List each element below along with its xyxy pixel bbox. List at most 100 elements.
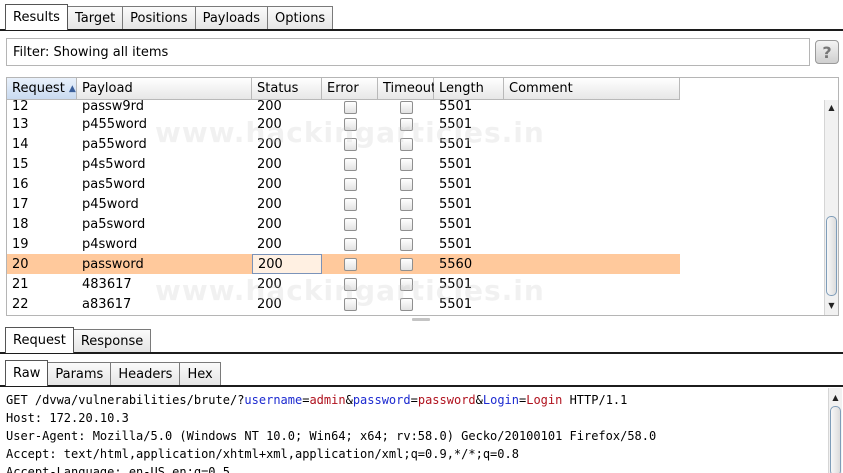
timeout-checkbox[interactable] xyxy=(399,257,413,271)
tab-target[interactable]: Target xyxy=(66,6,124,30)
timeout-checkbox[interactable] xyxy=(399,137,413,151)
error-checkbox[interactable] xyxy=(343,117,357,131)
cell-payload: a83617 xyxy=(82,296,132,312)
cell-comment xyxy=(504,234,680,254)
error-checkbox[interactable] xyxy=(343,257,357,271)
tab-divider xyxy=(0,352,843,354)
cell-error xyxy=(322,254,378,274)
raw-line-accept-language: Accept-Language: en-US,en;q=0.5 xyxy=(6,465,230,473)
cell-status: 200 xyxy=(252,254,322,274)
cell-payload: password xyxy=(82,256,144,272)
cell-error xyxy=(322,194,378,214)
help-button[interactable]: ? xyxy=(815,40,839,64)
error-checkbox[interactable] xyxy=(343,217,357,231)
tab-payloads[interactable]: Payloads xyxy=(194,6,269,30)
table-row[interactable]: 21 483617 200 5501 xyxy=(7,274,680,294)
tab-params[interactable]: Params xyxy=(47,362,112,386)
cell-length: 5501 xyxy=(439,136,473,152)
cell-payload: passw9rd xyxy=(82,100,145,114)
error-checkbox[interactable] xyxy=(343,177,357,191)
request-response-tab-bar: Request Response xyxy=(0,327,843,353)
top-tab-bar: Results Target Positions Payloads Option… xyxy=(0,4,843,30)
error-checkbox[interactable] xyxy=(343,277,357,291)
tab-options[interactable]: Options xyxy=(267,6,334,30)
timeout-checkbox[interactable] xyxy=(399,117,413,131)
tab-positions[interactable]: Positions xyxy=(122,6,196,30)
cell-error xyxy=(322,114,378,134)
cell-comment xyxy=(504,214,680,234)
table-row[interactable]: 19 p4sword 200 5501 xyxy=(7,234,680,254)
scrollbar-thumb[interactable] xyxy=(830,406,841,473)
cell-length: 5501 xyxy=(439,196,473,212)
table-row[interactable]: 20 password 200 5560 xyxy=(7,254,680,274)
raw-scrollbar[interactable]: ▲ xyxy=(828,388,842,473)
cell-payload: 483617 xyxy=(82,276,132,292)
column-header-status[interactable]: Status xyxy=(252,78,322,100)
timeout-checkbox[interactable] xyxy=(399,237,413,251)
error-checkbox[interactable] xyxy=(343,101,357,114)
column-header-comment[interactable]: Comment xyxy=(504,78,680,100)
timeout-checkbox[interactable] xyxy=(399,157,413,171)
table-scrollbar[interactable]: ▲ ▼ xyxy=(824,100,838,315)
split-pane-handle[interactable] xyxy=(412,318,430,321)
cell-status: 200 xyxy=(257,136,282,152)
table-row[interactable]: 22 a83617 200 5501 xyxy=(7,294,680,314)
cell-timeout xyxy=(378,100,434,114)
cell-status: 200 xyxy=(257,196,282,212)
cell-comment xyxy=(504,174,680,194)
table-row[interactable]: 17 p45word 200 5501 xyxy=(7,194,680,214)
timeout-checkbox[interactable] xyxy=(399,101,413,114)
help-icon: ? xyxy=(822,42,832,62)
error-checkbox[interactable] xyxy=(343,157,357,171)
cell-length: 5501 xyxy=(439,236,473,252)
column-header-request[interactable]: Request ▲ xyxy=(7,78,77,100)
column-header-payload[interactable]: Payload xyxy=(77,78,252,100)
column-header-length[interactable]: Length xyxy=(434,78,504,100)
cell-timeout xyxy=(378,154,434,174)
cell-status: 200 xyxy=(257,116,282,132)
cell-comment xyxy=(504,100,680,114)
table-row[interactable]: 14 pa55word 200 5501 xyxy=(7,134,680,154)
timeout-checkbox[interactable] xyxy=(399,277,413,291)
cell-payload: pas5word xyxy=(82,176,146,192)
cell-request: 13 xyxy=(12,116,29,132)
tab-response[interactable]: Response xyxy=(72,329,152,353)
raw-request-editor[interactable]: GET /dvwa/vulnerabilities/brute/?usernam… xyxy=(0,388,826,473)
cell-error xyxy=(322,174,378,194)
view-tab-bar: Raw Params Headers Hex xyxy=(0,360,843,386)
cell-status: 200 xyxy=(257,296,282,312)
table-row[interactable]: 13 p455word 200 5501 xyxy=(7,114,680,134)
timeout-checkbox[interactable] xyxy=(399,217,413,231)
table-row[interactable]: 18 pa5sword 200 5501 xyxy=(7,214,680,234)
error-checkbox[interactable] xyxy=(343,197,357,211)
tab-headers[interactable]: Headers xyxy=(110,362,181,386)
scroll-down-icon[interactable]: ▼ xyxy=(825,298,838,312)
table-row[interactable]: 16 pas5word 200 5501 xyxy=(7,174,680,194)
tab-hex[interactable]: Hex xyxy=(179,362,221,386)
cell-timeout xyxy=(378,254,434,274)
cell-payload: p4s5word xyxy=(82,156,146,172)
cell-request: 18 xyxy=(12,216,29,232)
column-header-timeout[interactable]: Timeout xyxy=(378,78,436,100)
column-header-error[interactable]: Error xyxy=(322,78,378,100)
error-checkbox[interactable] xyxy=(343,137,357,151)
cell-payload: p4sword xyxy=(82,236,138,252)
tab-request[interactable]: Request xyxy=(5,327,74,353)
timeout-checkbox[interactable] xyxy=(399,177,413,191)
cell-timeout xyxy=(378,194,434,214)
error-checkbox[interactable] xyxy=(343,237,357,251)
raw-line-user-agent: User-Agent: Mozilla/5.0 (Windows NT 10.0… xyxy=(6,429,657,443)
scroll-up-icon[interactable]: ▲ xyxy=(829,390,842,404)
tab-raw[interactable]: Raw xyxy=(5,360,49,386)
tab-divider xyxy=(0,385,843,387)
scroll-up-icon[interactable]: ▲ xyxy=(825,100,838,114)
timeout-checkbox[interactable] xyxy=(399,297,413,311)
scrollbar-thumb[interactable] xyxy=(826,216,837,296)
tab-results[interactable]: Results xyxy=(5,4,68,30)
table-row[interactable]: 15 p4s5word 200 5501 xyxy=(7,154,680,174)
error-checkbox[interactable] xyxy=(343,297,357,311)
timeout-checkbox[interactable] xyxy=(399,197,413,211)
cell-status: 200 xyxy=(257,100,282,114)
filter-bar[interactable]: Filter: Showing all items xyxy=(6,38,810,66)
table-row[interactable]: 12 passw9rd 200 5501 xyxy=(7,100,680,114)
